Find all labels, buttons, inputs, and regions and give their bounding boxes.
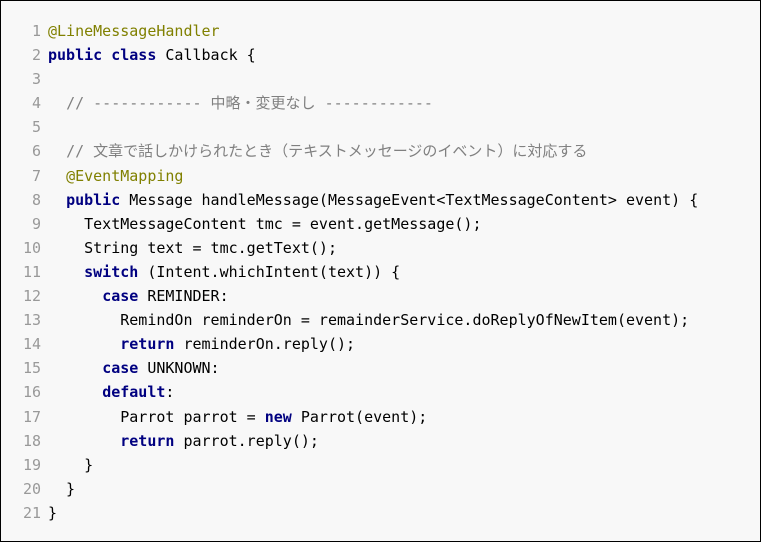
code-line: 21} [15,501,698,525]
comment-token: // ------------ 中略・変更なし ------------ [66,94,433,113]
line-number: 6 [31,142,41,161]
code-line: 8 public Message handleMessage(MessageEv… [15,188,698,212]
code-line: 4 // ------------ 中略・変更なし ------------ [15,91,698,115]
code-line: 13 RemindOn reminderOn = remainderServic… [15,308,698,332]
keyword-token: public [48,46,103,65]
code-line: 11 switch (Intent.whichIntent(text)) { [15,260,698,284]
line-number: 16 [22,383,41,402]
code-line: 17 Parrot parrot = new Parrot(event); [15,405,698,429]
annotation-token: @LineMessageHandler [48,22,220,40]
code-token: RemindOn reminderOn = remainderService.d… [48,311,690,330]
keyword-token: class [111,46,157,65]
line-number: 15 [22,359,41,378]
code-token: TextMessageContent tmc = event.getMessag… [48,214,482,233]
line-number: 18 [22,431,41,450]
code-token: parrot.reply(); [174,431,319,450]
code-token: Parrot(event); [291,407,428,426]
code-token: Message handleMessage(MessageEvent<TextM… [120,190,699,209]
code-token: reminderOn.reply(); [174,335,356,354]
code-token: String text = tmc.getText(); [48,238,337,257]
keyword-token: switch [84,262,139,281]
comment-token: // 文章で話しかけられたとき（テキストメッセージのイベント）に対応する [66,142,588,161]
line-number: 7 [31,166,41,185]
line-number: 10 [22,238,41,257]
line-number: 14 [22,335,41,354]
line-number: 9 [31,214,41,233]
line-number: 20 [22,479,41,498]
line-number: 19 [22,455,41,474]
code-token: } [48,479,76,498]
line-number: 4 [31,94,41,113]
code-line: 5 [15,115,698,139]
line-number: 2 [31,46,41,65]
line-number: 3 [31,70,41,89]
keyword-token: public [66,190,121,209]
code-token: Parrot parrot = [48,407,265,426]
code-line: 12 case REMINDER: [15,284,698,308]
code-line: 19 } [15,453,698,477]
keyword-token: return [120,335,175,354]
code-line: 14 return reminderOn.reply(); [15,332,698,356]
code-line: 15 case UNKNOWN: [15,356,698,380]
keyword-token: new [264,407,292,426]
code-token: (Intent.whichIntent(text)) { [138,262,401,281]
code-token: UNKNOWN: [138,359,220,378]
code-block-frame: 1 @LineMessageHandler 2 public class Callba… [0,0,761,542]
line-number: 12 [22,287,41,306]
line-number: 17 [22,407,41,426]
code-token: Callback { [156,46,256,65]
line-number: 5 [31,118,41,137]
code-line: 20 } [15,477,698,501]
code-token: : [165,383,175,402]
code-token: } [48,455,94,474]
line-number: 11 [22,262,41,281]
keyword-token: return [120,431,175,450]
code-line: 3 [15,67,698,91]
annotation-token: @EventMapping [66,166,184,185]
code-line: 1 @LineMessageHandler [15,19,698,43]
code-line: 18 return parrot.reply(); [15,429,698,453]
code-line: 2 public class Callback { [15,43,698,67]
line-number: 1 [31,22,41,40]
code-line: 9 TextMessageContent tmc = event.getMess… [15,212,698,236]
keyword-token: case [102,287,139,306]
line-number: 8 [31,190,41,209]
line-number: 13 [22,311,41,330]
keyword-token: default [102,383,166,402]
code-listing: 1 @LineMessageHandler 2 public class Callba… [15,19,698,525]
code-token: } [48,503,58,522]
code-token: REMINDER: [138,287,229,306]
line-number: 21 [22,503,41,522]
code-line: 16 default: [15,380,698,404]
keyword-token: case [102,359,139,378]
code-line: 7 @EventMapping [15,164,698,188]
code-line: 10 String text = tmc.getText(); [15,236,698,260]
code-line: 6 // 文章で話しかけられたとき（テキストメッセージのイベント）に対応する [15,139,698,163]
